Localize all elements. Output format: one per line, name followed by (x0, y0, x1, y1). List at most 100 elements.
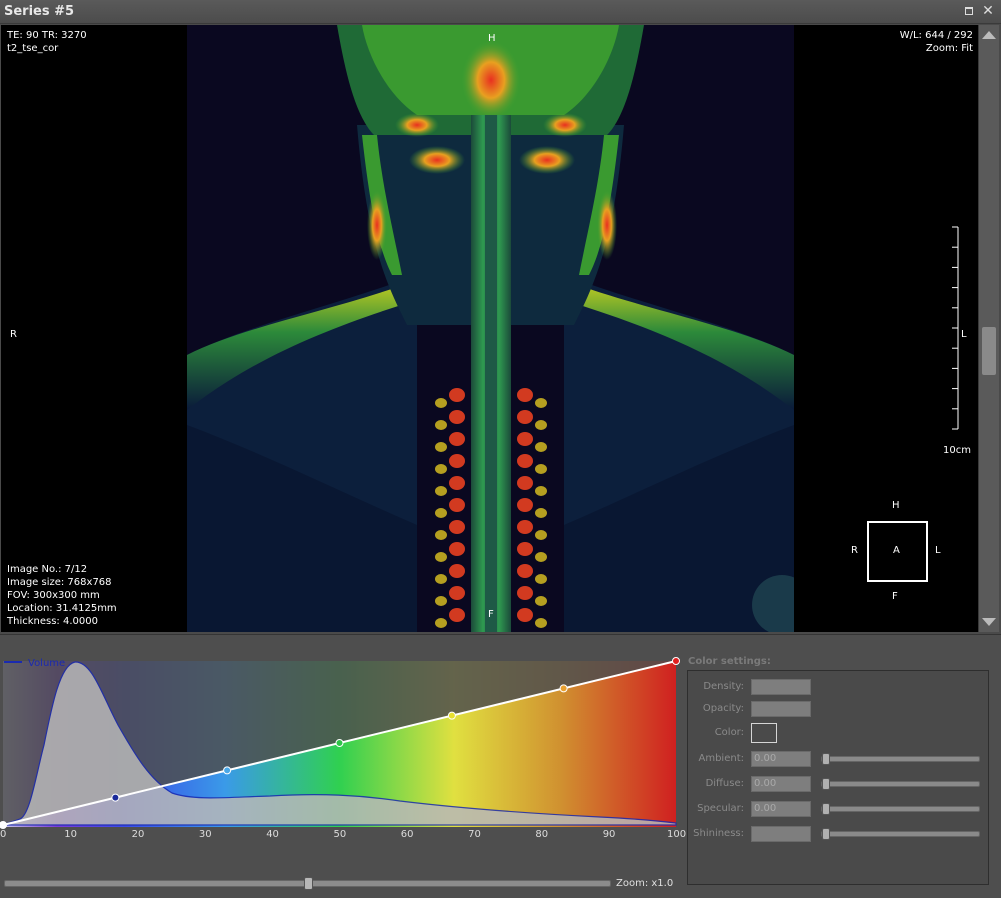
x-tick-label: 0 (0, 829, 7, 840)
shininess-field[interactable] (751, 826, 811, 842)
ambient-slider-thumb[interactable] (822, 753, 830, 765)
vertebra-blob (435, 420, 447, 430)
specular-slider-thumb[interactable] (822, 803, 830, 815)
scroll-up-arrow-icon[interactable] (982, 31, 996, 39)
cube-right-label: L (935, 545, 941, 556)
color-swatch-button[interactable] (751, 723, 777, 743)
x-tick-label: 50 (333, 829, 347, 840)
x-tick-label: 40 (266, 829, 279, 840)
vertebra-blob (535, 574, 547, 584)
color-settings-panel: Density: Opacity: Color: Ambient: 0.00 D… (687, 670, 989, 885)
sequence-name: t2_tse_cor (7, 43, 59, 54)
ambient-field[interactable]: 0.00 (751, 751, 811, 767)
tf-control-point[interactable] (111, 793, 120, 802)
tf-control-point[interactable] (223, 766, 232, 775)
image-number: Image No.: 7/12 (7, 564, 88, 575)
specular-label: Specular: (697, 803, 744, 814)
x-tick-label: 80 (535, 829, 549, 840)
image-size: Image size: 768x768 (7, 577, 112, 588)
scale-label: 10cm (943, 445, 971, 456)
vertebra-blob (435, 618, 447, 628)
zoom-fit-text: Zoom: Fit (925, 43, 973, 54)
x-tick-label: 20 (131, 829, 145, 840)
vertebra-blob (435, 508, 447, 518)
window-level-info: W/L: 644 / 292 Zoom: Fit (881, 29, 973, 55)
vertebra-blob (517, 432, 533, 446)
density-field[interactable] (751, 679, 811, 695)
fov: FOV: 300x300 mm (7, 590, 100, 601)
density-label: Density: (703, 681, 744, 692)
vertebra-blob (449, 432, 465, 446)
color-settings-title: Color settings: (688, 656, 771, 667)
vertebra-blob (435, 552, 447, 562)
specular-field[interactable]: 0.00 (751, 801, 811, 817)
tf-control-point[interactable] (0, 821, 7, 829)
location: Location: 31.4125mm (7, 603, 117, 614)
vertebra-blob (535, 530, 547, 540)
vertebra-blob (517, 454, 533, 468)
opacity-label: Opacity: (702, 703, 744, 714)
diffuse-field[interactable]: 0.00 (751, 776, 811, 792)
transfer-function-panel: Volume 0 10 20 30 40 50 60 70 80 90 100 Zoom: x1.0… (0, 634, 1001, 898)
thickness: Thickness: 4.0000 (7, 616, 98, 627)
zoom-slider[interactable] (4, 877, 611, 890)
te-tr-text: TE: 90 TR: 3270 (7, 30, 87, 41)
tf-control-point[interactable] (335, 739, 344, 747)
image-viewer[interactable]: TE: 90 TR: 3270 t2_tse_cor W/L: 644 / 29… (1, 25, 978, 632)
orientation-bottom: F (488, 609, 494, 620)
vertical-scrollbar[interactable] (978, 25, 999, 632)
scroll-thumb[interactable] (982, 327, 996, 375)
diffuse-slider-thumb[interactable] (822, 778, 830, 790)
tf-control-point[interactable] (672, 657, 680, 665)
vertebra-blob (535, 618, 547, 628)
tf-control-point[interactable] (447, 711, 456, 720)
title-bar: Series #5 ✕ (0, 0, 1001, 24)
ambient-slider[interactable] (821, 753, 980, 765)
x-tick-label: 10 (64, 829, 78, 840)
vertebra-blob (449, 498, 465, 512)
vertebra-blob (535, 552, 547, 562)
vertebra-blob (517, 564, 533, 578)
vertebra-blob (449, 410, 465, 424)
shininess-slider-thumb[interactable] (822, 828, 830, 840)
shininess-slider[interactable] (821, 828, 980, 840)
vertebra-blob (517, 542, 533, 556)
vertebra-blob (449, 586, 465, 600)
vertebra-blob (435, 398, 447, 408)
vertebra-blob (517, 498, 533, 512)
mri-image (187, 25, 794, 632)
vertebra-blob (435, 486, 447, 496)
vertebra-blob (449, 476, 465, 490)
close-button[interactable]: ✕ (980, 3, 996, 19)
vertebra-blob (435, 596, 447, 606)
opacity-field[interactable] (751, 701, 811, 717)
scroll-down-arrow-icon[interactable] (982, 618, 996, 626)
vertebra-blob (535, 442, 547, 452)
restore-button[interactable] (961, 3, 977, 19)
specular-slider[interactable] (821, 803, 980, 815)
orientation-top: H (488, 33, 496, 44)
x-tick-label: 60 (400, 829, 414, 840)
color-label: Color: (714, 727, 744, 738)
shininess-label: Shininess: (693, 828, 744, 839)
vertebra-blob (435, 442, 447, 452)
scale-ruler (952, 226, 959, 430)
vertebra-blob (535, 464, 547, 474)
acq-params: TE: 90 TR: 3270 t2_tse_cor (7, 29, 87, 55)
cube-bottom-label: F (892, 591, 898, 602)
x-tick-label: 30 (198, 829, 212, 840)
vertebra-blob (517, 586, 533, 600)
cube-center-label: A (893, 545, 900, 556)
vertebra-blob (435, 464, 447, 474)
vertebra-blob (517, 388, 533, 402)
vertebra-blob (535, 398, 547, 408)
diffuse-slider[interactable] (821, 778, 980, 790)
tf-control-point[interactable] (559, 684, 568, 693)
transfer-function-editor[interactable]: Volume (0, 635, 680, 835)
orientation-left: R (10, 329, 17, 340)
vertebra-blob (449, 542, 465, 556)
vertebra-blob (517, 476, 533, 490)
zoom-slider-thumb[interactable] (304, 877, 313, 890)
vertebra-blob (435, 574, 447, 584)
vertebra-blob (449, 454, 465, 468)
